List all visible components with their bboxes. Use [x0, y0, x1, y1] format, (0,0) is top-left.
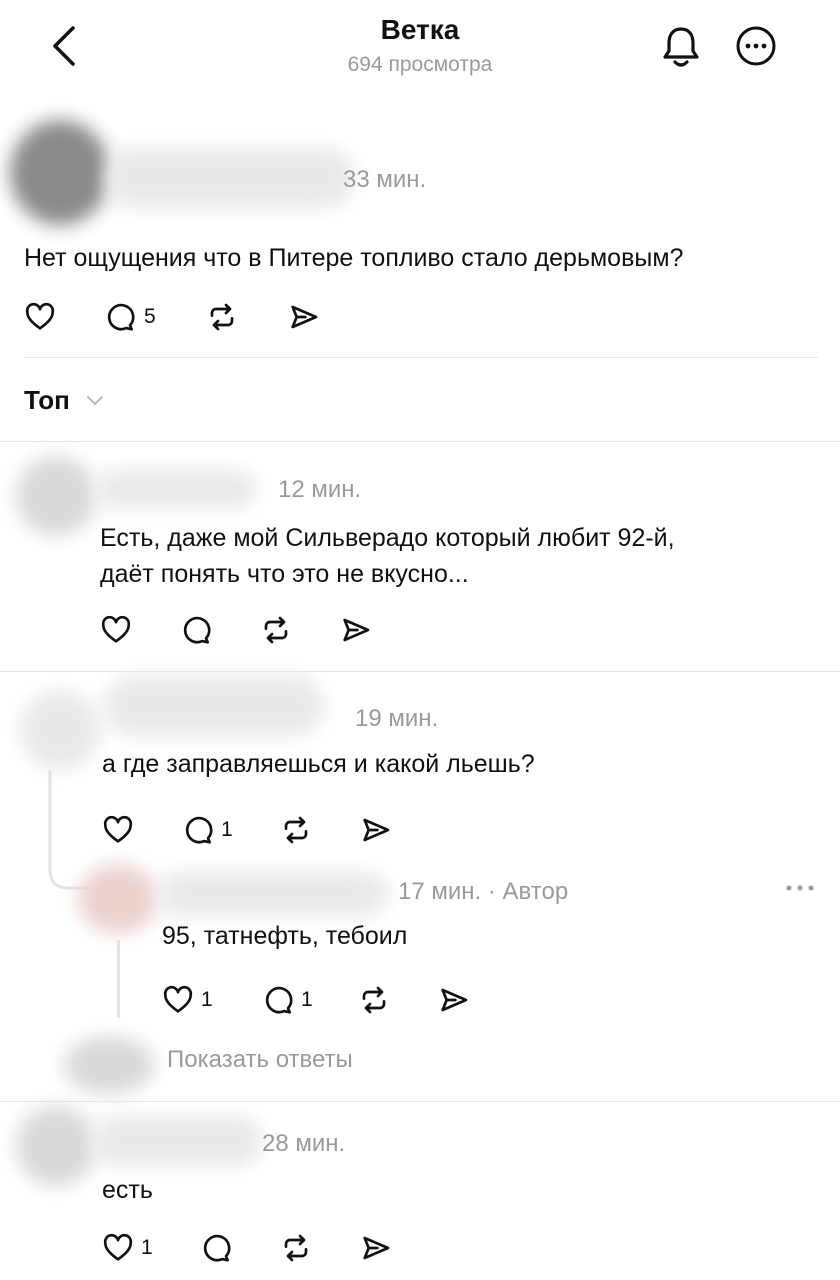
repost-icon[interactable]: [358, 984, 390, 1016]
username-redacted[interactable]: [104, 676, 324, 736]
repost-icon[interactable]: [280, 814, 312, 846]
reply-count: 5: [144, 305, 156, 328]
reply-count: 1: [301, 988, 313, 1011]
post-text: Нет ощущения что в Питере топливо стало …: [24, 244, 684, 272]
comment-icon[interactable]: [104, 301, 136, 333]
views-count: 694 просмотра: [347, 53, 493, 76]
share-icon[interactable]: [360, 814, 392, 846]
share-icon[interactable]: [438, 984, 470, 1016]
comment-time: 12 мин.: [278, 476, 362, 503]
divider: [0, 1101, 840, 1102]
comment-icon[interactable]: [182, 814, 214, 846]
sort-dropdown[interactable]: Топ: [24, 385, 103, 421]
heart-icon[interactable]: [24, 301, 56, 333]
chevron-down-icon: [87, 396, 103, 406]
comment-icon[interactable]: [180, 614, 212, 646]
avatar[interactable]: [16, 456, 96, 536]
reply-meta: 17 мин. · Автор: [398, 878, 569, 905]
repost-icon[interactable]: [280, 1232, 312, 1264]
divider: [24, 357, 818, 358]
share-icon[interactable]: [340, 614, 372, 646]
avatar[interactable]: [78, 864, 158, 934]
page-title: Ветка: [380, 14, 460, 45]
post-time: 33 мин.: [343, 166, 427, 193]
repost-icon[interactable]: [260, 614, 292, 646]
divider: [0, 441, 840, 442]
heart-icon[interactable]: [102, 1232, 134, 1264]
username-redacted[interactable]: [105, 148, 355, 208]
reply-text: 95, татнефть, тебоил: [162, 922, 408, 950]
avatar[interactable]: [10, 120, 110, 225]
like-count: 1: [201, 988, 213, 1011]
reply-count: 1: [221, 818, 233, 841]
comment-time: 19 мин.: [355, 705, 439, 732]
comment-icon[interactable]: [200, 1232, 232, 1264]
comment-text: а где заправляешься и какой льешь?: [102, 750, 535, 778]
show-replies-link[interactable]: Показать ответы: [167, 1046, 353, 1074]
more-circle-icon[interactable]: [734, 24, 778, 68]
comment-time: 28 мин.: [262, 1130, 346, 1157]
more-horizontal-icon[interactable]: [784, 882, 816, 894]
bell-icon[interactable]: [660, 24, 702, 70]
avatar[interactable]: [16, 1106, 96, 1186]
avatar[interactable]: [20, 690, 100, 770]
sort-label: Топ: [24, 385, 70, 415]
heart-icon[interactable]: [162, 984, 194, 1016]
comment-text-line2: даёт понять что это не вкусно...: [100, 560, 469, 588]
like-count: 1: [141, 1236, 153, 1259]
reply-thread-line: [117, 940, 120, 1018]
username-redacted[interactable]: [96, 470, 256, 508]
username-redacted[interactable]: [158, 872, 388, 916]
share-icon[interactable]: [360, 1232, 392, 1264]
heart-icon[interactable]: [102, 814, 134, 846]
username-redacted[interactable]: [92, 1116, 262, 1166]
comment-text-line1: Есть, даже мой Сильверадо который любит …: [100, 524, 675, 552]
comment-text: есть: [102, 1176, 153, 1204]
repost-icon[interactable]: [206, 301, 238, 333]
heart-icon[interactable]: [100, 614, 132, 646]
avatar: [64, 1036, 154, 1094]
divider: [0, 671, 840, 672]
share-icon[interactable]: [288, 301, 320, 333]
comment-icon[interactable]: [262, 984, 294, 1016]
